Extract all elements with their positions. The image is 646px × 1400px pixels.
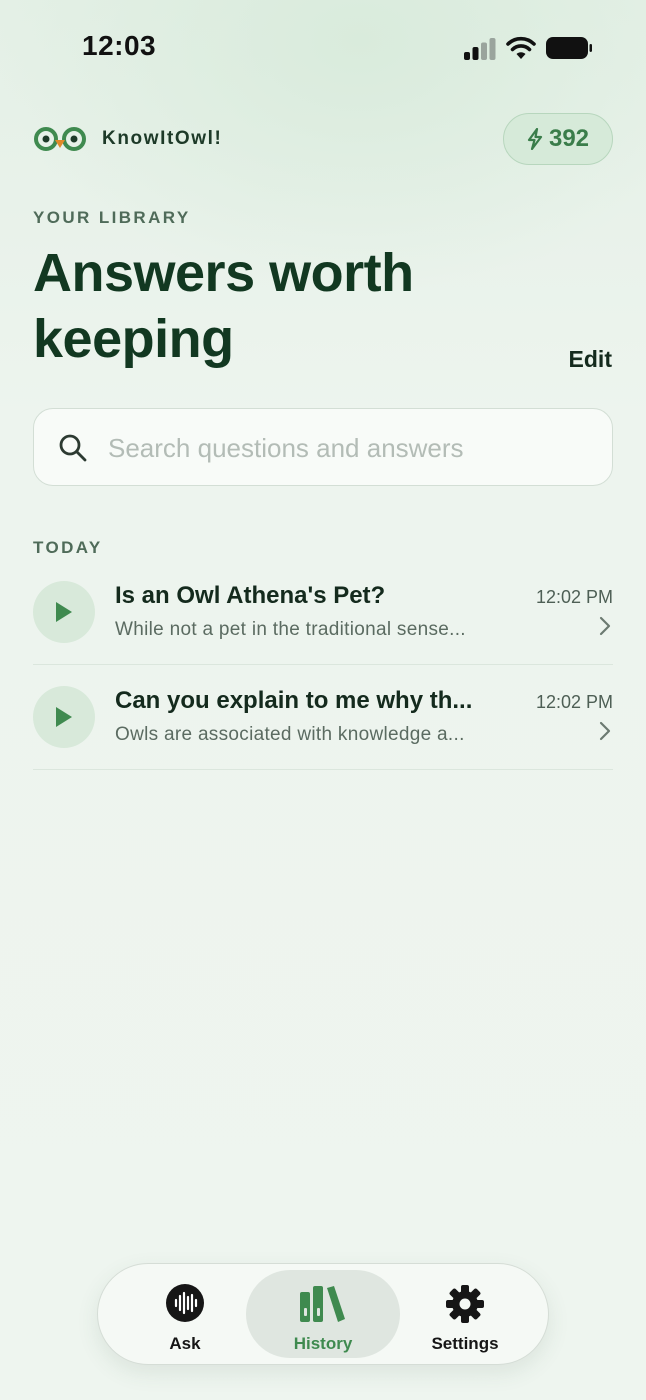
chevron-right-icon <box>599 721 611 741</box>
tab-bar: Ask History Settings <box>97 1263 549 1365</box>
tab-history[interactable]: History <box>246 1270 400 1358</box>
credits-badge[interactable]: 392 <box>503 113 613 165</box>
search-input[interactable] <box>106 423 590 473</box>
books-icon <box>300 1286 345 1322</box>
status-time: 12:03 <box>82 30 157 61</box>
app-name: KnowItOwl! <box>102 128 223 149</box>
item-title: Is an Owl Athena's Pet? <box>115 582 386 609</box>
edit-button[interactable]: Edit <box>569 346 612 373</box>
search-icon <box>59 434 87 462</box>
item-subtitle: While not a pet in the traditional sense… <box>115 619 466 640</box>
cellular-signal-icon <box>464 38 496 60</box>
waveform-icon <box>166 1284 204 1322</box>
item-time: 12:02 PM <box>535 587 613 607</box>
tab-label: Ask <box>169 1334 201 1353</box>
tab-settings[interactable]: Settings <box>388 1270 542 1358</box>
gear-icon <box>446 1285 484 1323</box>
tab-label: History <box>293 1334 353 1353</box>
app-header: KnowItOwl! 392 <box>33 112 613 168</box>
history-list: Is an Owl Athena's Pet? While not a pet … <box>33 560 613 770</box>
play-button[interactable] <box>33 686 95 748</box>
section-eyebrow: YOUR LIBRARY <box>33 208 191 227</box>
chevron-right-icon <box>599 616 611 636</box>
search-bar[interactable] <box>33 408 613 486</box>
bolt-icon <box>527 128 543 150</box>
page-title: Answers worth keeping <box>33 243 414 369</box>
play-button[interactable] <box>33 581 95 643</box>
tab-label: Settings <box>431 1334 499 1353</box>
owl-logo-icon <box>34 127 86 151</box>
status-bar: 12:03 <box>0 0 646 96</box>
list-item[interactable]: Is an Owl Athena's Pet? While not a pet … <box>33 560 613 665</box>
credits-value: 392 <box>548 125 590 152</box>
wifi-icon <box>506 36 536 59</box>
play-icon <box>56 707 72 727</box>
list-item[interactable]: Can you explain to me why th... Owls are… <box>33 665 613 770</box>
battery-icon <box>546 37 592 59</box>
section-label-today: TODAY <box>33 538 103 557</box>
item-subtitle: Owls are associated with knowledge a... <box>115 724 465 745</box>
tab-ask[interactable]: Ask <box>108 1270 262 1358</box>
play-icon <box>56 602 72 622</box>
item-time: 12:02 PM <box>535 692 613 712</box>
item-title: Can you explain to me why th... <box>115 687 473 714</box>
